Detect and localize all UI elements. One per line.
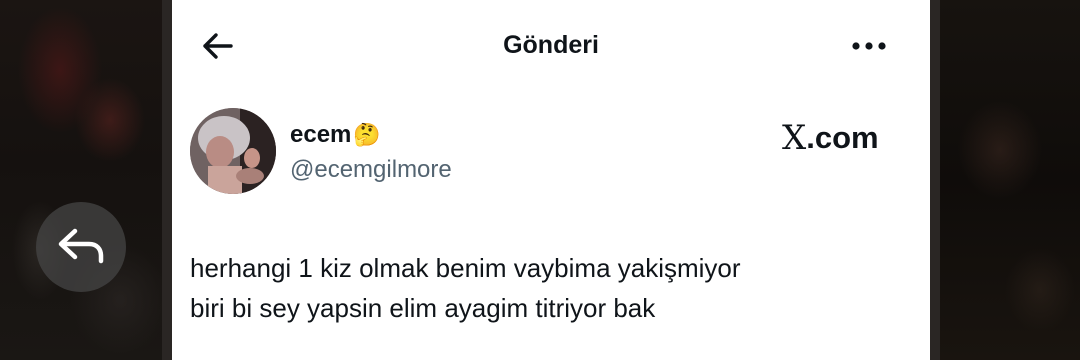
post-text: herhangi 1 kiz olmak benim vaybima yakiş… xyxy=(190,248,910,328)
x-com-watermark: X .com xyxy=(782,118,879,158)
avatar-photo xyxy=(190,108,276,194)
background-photo-left xyxy=(0,0,172,360)
author-handle[interactable]: @ecemgilmore xyxy=(290,156,452,184)
page-title: Gönderi xyxy=(503,31,599,59)
post-text-line: biri bi sey yapsin elim ayagim titriyor … xyxy=(190,293,656,323)
author-name-row: ecem 🤔 xyxy=(290,118,381,152)
top-bar: Gönderi xyxy=(172,0,930,92)
frame-divider-right xyxy=(930,0,940,360)
reply-arrow-icon xyxy=(58,228,104,264)
avatar[interactable] xyxy=(190,108,276,194)
background-photo-right xyxy=(930,0,1080,360)
more-horizontal-icon xyxy=(852,42,886,50)
thinking-face-emoji: 🤔 xyxy=(353,122,381,147)
x-logo-icon: X xyxy=(782,118,807,158)
brand-domain: .com xyxy=(806,120,879,155)
post-panel: Gönderi ecem 🤔 @ecemgilmore X .com herha… xyxy=(172,0,930,360)
frame-divider-left xyxy=(162,0,172,360)
more-options-button[interactable] xyxy=(844,26,894,66)
post-text-line: herhangi 1 kiz olmak benim vaybima yakiş… xyxy=(190,253,741,283)
reply-button[interactable] xyxy=(36,202,126,292)
author-display-name[interactable]: ecem xyxy=(290,121,351,149)
